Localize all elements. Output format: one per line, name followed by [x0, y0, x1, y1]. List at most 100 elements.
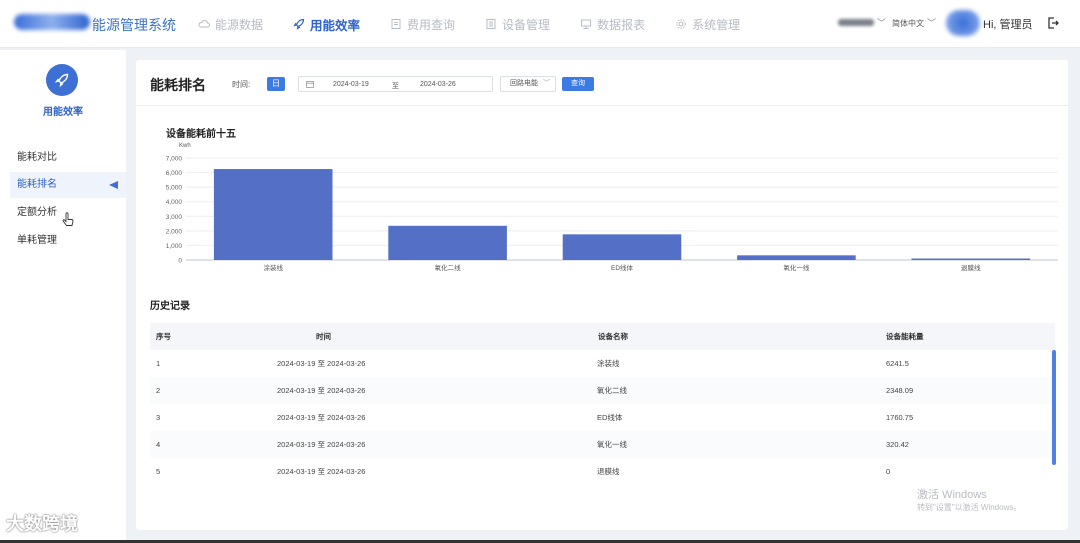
row-time: 2024-03-19 至 2024-03-26: [277, 440, 366, 449]
table-row: 1 2024-03-19 至 2024-03-26 涂装线 6241.5: [150, 350, 1055, 377]
table-row: 4 2024-03-19 至 2024-03-26 氧化一线 320.42: [150, 431, 1055, 458]
bar: [562, 234, 682, 260]
row-device: 退膜线: [597, 467, 620, 476]
sidebar-item-energy-comparison[interactable]: 能耗对比: [10, 145, 126, 171]
table-row: 5 2024-03-19 至 2024-03-26 退膜线 0: [150, 458, 1055, 485]
app-title: 能源管理系统: [92, 17, 176, 33]
brand-watermark: 大数跨境: [6, 514, 78, 534]
y-tick-label: 4,000: [166, 199, 183, 206]
rocket-icon: [46, 64, 78, 96]
row-device: ED线体: [597, 413, 623, 422]
column-header-time: 时间: [316, 332, 331, 341]
top-navigation-bar: 能源管理系统 能源数据 用能效率 费用查询 设备管理 数据报表 系统管理 ﹀ 简…: [0, 0, 1080, 48]
day-button[interactable]: 日: [267, 77, 285, 91]
cloud-icon: [198, 19, 210, 28]
gear-icon: [676, 19, 686, 29]
y-tick-label: 6,000: [166, 170, 183, 177]
y-tick-label: 3,000: [166, 214, 183, 221]
avatar[interactable]: [946, 10, 980, 36]
sidebar-item-unit-consumption[interactable]: 单耗管理: [10, 228, 126, 254]
device-icon: [486, 19, 496, 29]
x-tick-label: 涂装线: [263, 263, 283, 272]
bar: [737, 255, 856, 260]
site-selector[interactable]: [838, 19, 874, 26]
row-index: 5: [156, 467, 161, 476]
nav-item-device-management[interactable]: 设备管理: [485, 0, 550, 48]
report-icon: [581, 19, 592, 29]
row-index: 2: [156, 386, 161, 395]
table-scrollbar[interactable]: [1052, 350, 1056, 465]
table-header: 序号 时间 设备名称 设备能耗量: [150, 323, 1055, 350]
table-row: 3 2024-03-19 至 2024-03-26 ED线体 1760.75: [150, 404, 1055, 431]
logout-icon[interactable]: [1046, 16, 1060, 30]
nav-item-data-report[interactable]: 数据报表: [580, 0, 645, 48]
x-tick-label: 氧化二线: [435, 263, 462, 272]
nav-item-energy-efficiency[interactable]: 用能效率: [293, 0, 360, 48]
row-index: 1: [156, 359, 161, 368]
divider: [136, 105, 1068, 106]
bar: [911, 258, 1031, 260]
column-header-index: 序号: [156, 332, 171, 341]
main-nav: 能源数据 用能效率 费用查询 设备管理 数据报表 系统管理: [198, 0, 770, 48]
y-tick-label: 5,000: [166, 185, 183, 192]
page-title: 能耗排名: [150, 77, 206, 93]
rocket-icon: [293, 18, 305, 30]
energy-ranking-bar-chart: 0 1,000 2,000 3,000 4,000 5,000 6,000 7,000 涂装线 氧…: [166, 156, 1058, 272]
sidebar-item-energy-ranking[interactable]: 能耗排名: [10, 172, 126, 198]
bar: [388, 225, 507, 260]
device-select[interactable]: 回路电能 ﹀: [500, 76, 556, 92]
windows-activation-watermark: 激活 Windows: [917, 489, 987, 501]
sidebar: 用能效率 能耗对比 能耗排名 定额分析 单耗管理: [0, 50, 126, 543]
column-header-consumption: 设备能耗量: [886, 332, 924, 341]
row-index: 3: [156, 413, 161, 422]
table-row: 2 2024-03-19 至 2024-03-26 氧化二线 2348.09: [150, 377, 1055, 404]
sidebar-title: 用能效率: [43, 107, 83, 118]
date-range-picker[interactable]: 2024-03-19 至 2024-03-26: [298, 76, 493, 92]
row-device: 氧化一线: [597, 440, 627, 449]
document-icon: [391, 19, 401, 29]
column-header-device: 设备名称: [598, 332, 628, 341]
x-tick-label: 退膜线: [961, 263, 981, 272]
chevron-down-icon: ﹀: [543, 80, 550, 87]
row-consumption: 1760.75: [886, 413, 914, 422]
row-consumption: 320.42: [886, 440, 909, 449]
x-tick-label: 氧化一线: [783, 263, 810, 272]
row-time: 2024-03-19 至 2024-03-26: [277, 359, 366, 368]
history-title: 历史记录: [150, 301, 190, 312]
y-tick-label: 2,000: [166, 228, 183, 235]
hand-cursor-icon: [62, 212, 74, 226]
row-device: 氧化二线: [597, 386, 627, 395]
row-device: 涂装线: [597, 359, 620, 368]
chart-title: 设备能耗前十五: [166, 129, 236, 140]
row-consumption: 0: [886, 467, 891, 476]
query-button[interactable]: 查询: [562, 77, 594, 91]
row-time: 2024-03-19 至 2024-03-26: [277, 467, 366, 476]
nav-item-system-management[interactable]: 系统管理: [675, 0, 740, 48]
user-greeting[interactable]: Hi, 管理员: [983, 16, 1033, 32]
language-selector[interactable]: 简体中文: [892, 18, 924, 29]
y-tick-label: 1,000: [166, 243, 183, 250]
y-tick-label: 7,000: [166, 156, 183, 163]
end-date[interactable]: 2024-03-26: [420, 81, 456, 88]
row-time: 2024-03-19 至 2024-03-26: [277, 386, 366, 395]
windows-activation-hint: 转到"设置"以激活 Windows。: [917, 503, 1022, 512]
app-logo: [14, 14, 90, 30]
y-tick-label: 0: [178, 258, 182, 265]
row-index: 4: [156, 440, 161, 449]
bar: [213, 169, 333, 260]
calendar-icon: [306, 81, 314, 88]
history-table: 序号 时间 设备名称 设备能耗量 1 2024-03-19 至 2024-03-…: [150, 323, 1055, 485]
nav-item-energy-data[interactable]: 能源数据: [198, 0, 263, 48]
nav-item-cost-query[interactable]: 费用查询: [390, 0, 455, 48]
row-consumption: 6241.5: [886, 359, 909, 368]
row-consumption: 2348.09: [886, 386, 914, 395]
row-time: 2024-03-19 至 2024-03-26: [277, 413, 366, 422]
date-separator: 至: [392, 83, 399, 90]
chevron-down-icon[interactable]: ﹀: [877, 16, 886, 29]
chevron-down-icon[interactable]: ﹀: [927, 16, 936, 29]
x-tick-label: ED线体: [611, 263, 634, 272]
main-panel: 能耗排名 时间: 日 2024-03-19 至 2024-03-26 回路电能 …: [136, 60, 1068, 530]
time-label: 时间:: [232, 80, 251, 89]
start-date[interactable]: 2024-03-19: [333, 81, 369, 88]
active-arrow-icon: [109, 181, 118, 189]
